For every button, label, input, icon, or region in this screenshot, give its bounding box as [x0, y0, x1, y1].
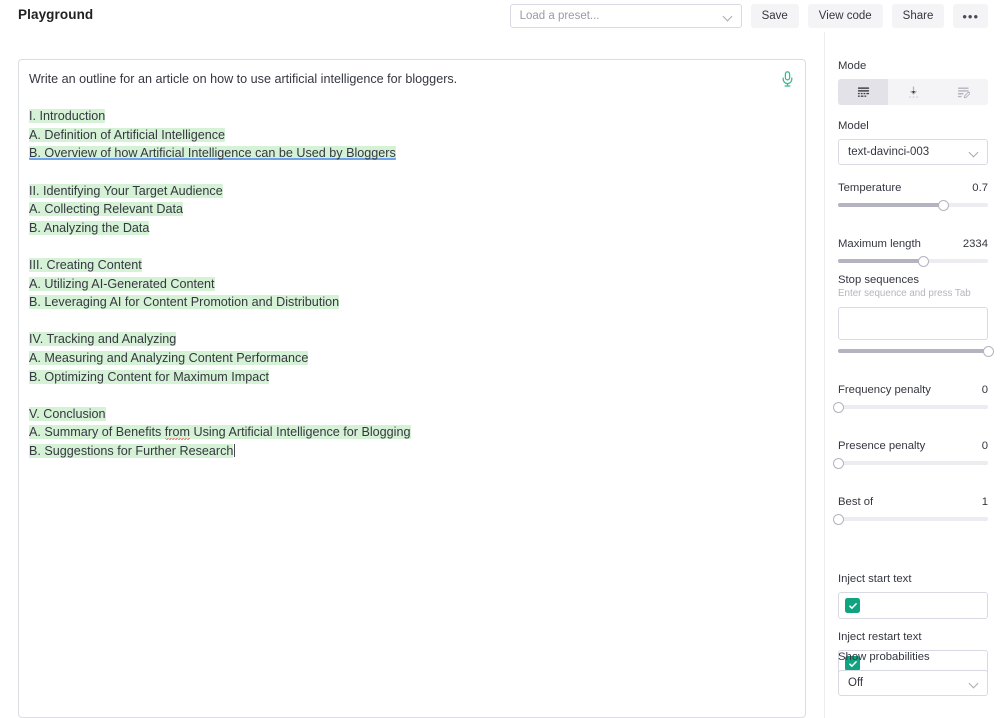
inject-start-text-label: Inject start text — [838, 573, 988, 585]
chevron-down-icon — [724, 12, 733, 21]
maximum-length-slider[interactable] — [838, 259, 988, 263]
completion-line: IV. Tracking and Analyzing — [29, 332, 176, 346]
show-probabilities-section: Show probabilities Off — [838, 651, 988, 696]
frequency-penalty-slider[interactable] — [838, 405, 988, 409]
presence-penalty-slider-label: Presence penalty — [838, 440, 925, 452]
prompt-editor[interactable]: Write an outline for an article on how t… — [18, 59, 806, 718]
slider-knob[interactable] — [833, 458, 844, 469]
best-of-slider-label: Best of — [838, 496, 873, 508]
slider-knob[interactable] — [938, 200, 949, 211]
maximum-length-slider-value: 2334 — [963, 238, 988, 250]
inject-restart-text-label: Inject restart text — [838, 631, 988, 643]
slider-header: Best of 1 — [838, 496, 988, 508]
temperature-slider-label: Temperature — [838, 182, 901, 194]
slider-header: Frequency penalty 0 — [838, 384, 988, 396]
completion-line: A. Definition of Artificial Intelligence — [29, 128, 225, 142]
more-options-button[interactable]: ••• — [953, 4, 988, 28]
maximum-length-slider-block: Maximum length 2334 — [838, 238, 988, 263]
completion-line: B. Leveraging AI for Content Promotion a… — [29, 295, 339, 309]
slider-knob[interactable] — [833, 402, 844, 413]
app-header: Playground Load a preset... Save View co… — [0, 0, 1000, 32]
preset-placeholder: Load a preset... — [520, 10, 724, 22]
temperature-slider-block: Temperature 0.7 — [838, 182, 988, 207]
stop-sequences-section: Stop sequences Enter sequence and press … — [838, 274, 988, 340]
completion-line: V. Conclusion — [29, 407, 106, 421]
slider-header: Temperature 0.7 — [838, 182, 988, 194]
best-of-slider-value: 1 — [982, 496, 988, 508]
prompt-text: Write an outline for an article on how t… — [29, 72, 457, 86]
playground-app: Playground Load a preset... Save View co… — [0, 0, 1000, 718]
sidebar-divider — [824, 32, 825, 718]
top-p-slider[interactable] — [838, 349, 988, 353]
slider-fill — [838, 203, 943, 207]
presence-penalty-slider-block: Presence penalty 0 — [838, 440, 988, 465]
model-value: text-davinci-003 — [848, 146, 970, 158]
slider-knob[interactable] — [918, 256, 929, 267]
slider-fill — [838, 259, 924, 263]
model-label: Model — [838, 120, 988, 132]
completion-line: B. Suggestions for Further Research — [29, 444, 233, 458]
microphone-icon[interactable] — [778, 69, 796, 89]
slider-knob[interactable] — [983, 346, 994, 357]
mode-segmented-control[interactable] — [838, 79, 988, 105]
completion-line: B. Analyzing the Data — [29, 221, 149, 235]
slider-header: Maximum length 2334 — [838, 238, 988, 250]
stop-sequences-input[interactable] — [838, 307, 988, 340]
share-button[interactable]: Share — [892, 4, 945, 28]
frequency-penalty-slider-value: 0 — [982, 384, 988, 396]
save-button[interactable]: Save — [751, 4, 799, 28]
model-section: Model text-davinci-003 — [838, 120, 988, 165]
inject-start-text-checkbox[interactable] — [845, 598, 860, 613]
spellcheck-word: from — [165, 425, 190, 440]
slider-header: Presence penalty 0 — [838, 440, 988, 452]
maximum-length-slider-label: Maximum length — [838, 238, 921, 250]
model-select[interactable]: text-davinci-003 — [838, 139, 988, 165]
best-of-slider[interactable] — [838, 517, 988, 521]
temperature-slider-value: 0.7 — [972, 182, 988, 194]
presence-penalty-slider[interactable] — [838, 461, 988, 465]
inject-start-text-field[interactable] — [838, 592, 988, 619]
completion-line: B. Optimizing Content for Maximum Impact — [29, 370, 269, 384]
completion-line: I. Introduction — [29, 109, 105, 123]
completion-line: A. Summary of Benefits from Using Artifi… — [29, 425, 411, 439]
mode-edit-button[interactable] — [938, 79, 988, 105]
mode-complete-button[interactable] — [838, 79, 888, 105]
presence-penalty-slider-value: 0 — [982, 440, 988, 452]
completion-line: B. Overview of how Artificial Intelligen… — [29, 146, 396, 160]
completion-line: A. Measuring and Analyzing Content Perfo… — [29, 351, 308, 365]
mode-insert-button[interactable] — [888, 79, 938, 105]
body-area: Write an outline for an article on how t… — [0, 32, 1000, 718]
completion-line: III. Creating Content — [29, 258, 142, 272]
frequency-penalty-slider-label: Frequency penalty — [838, 384, 931, 396]
page-title: Playground — [18, 7, 93, 22]
completion-line: A. Utilizing AI-Generated Content — [29, 277, 215, 291]
slider-fill — [838, 349, 988, 353]
completion-line: A. Collecting Relevant Data — [29, 202, 183, 216]
settings-sidebar: Mode — [838, 32, 988, 718]
prompt-editor-text[interactable]: Write an outline for an article on how t… — [29, 70, 775, 460]
chevron-down-icon — [970, 679, 979, 688]
show-probabilities-select[interactable]: Off — [838, 670, 988, 696]
show-probabilities-label: Show probabilities — [838, 651, 988, 663]
best-of-slider-block: Best of 1 — [838, 496, 988, 521]
inject-start-text-section: Inject start text — [838, 573, 988, 619]
text-cursor — [234, 444, 235, 457]
stop-sequences-label: Stop sequences — [838, 274, 988, 286]
header-actions: Load a preset... Save View code Share ••… — [510, 4, 988, 28]
mode-label: Mode — [838, 60, 988, 72]
chevron-down-icon — [970, 148, 979, 157]
frequency-penalty-slider-block: Frequency penalty 0 — [838, 384, 988, 409]
view-code-button[interactable]: View code — [808, 4, 883, 28]
completion-line: II. Identifying Your Target Audience — [29, 184, 223, 198]
show-probabilities-value: Off — [848, 677, 970, 689]
mode-section: Mode — [838, 60, 988, 105]
preset-select[interactable]: Load a preset... — [510, 4, 742, 28]
stop-sequences-hint: Enter sequence and press Tab — [838, 288, 988, 299]
slider-knob[interactable] — [833, 514, 844, 525]
temperature-slider[interactable] — [838, 203, 988, 207]
